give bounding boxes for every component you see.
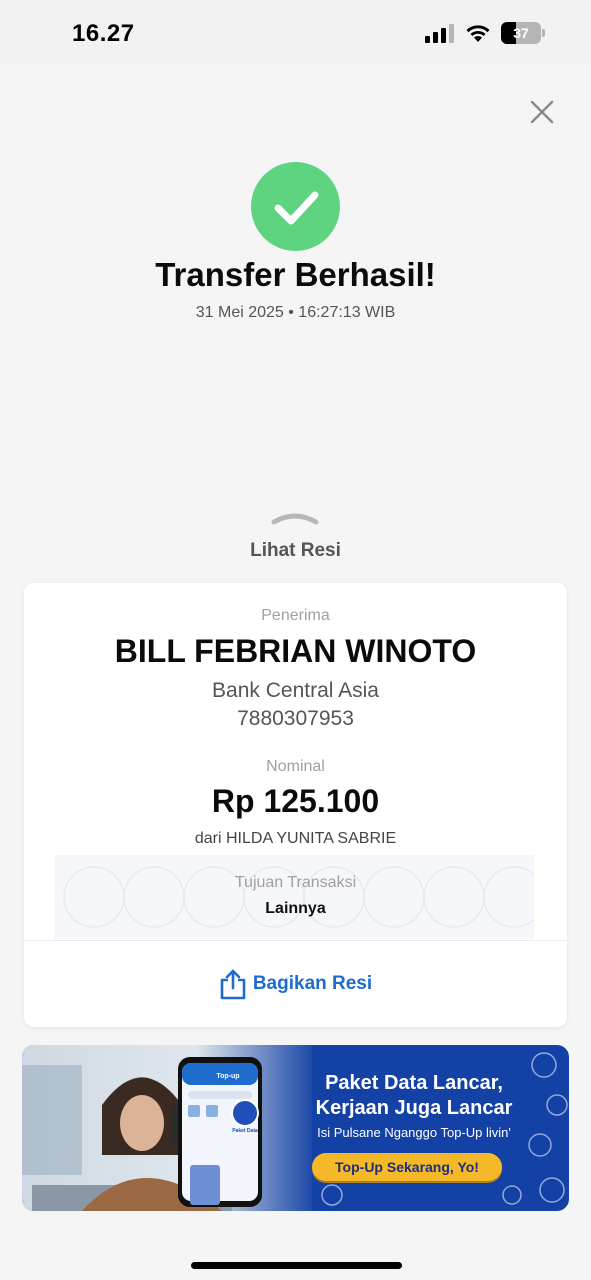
battery-icon: 37 (501, 22, 545, 44)
purpose-background-pattern (54, 855, 534, 939)
share-icon (220, 969, 246, 1000)
banner-headline-line-1: Paket Data Lancar, (325, 1072, 503, 1094)
banner-headline-line-2: Kerjaan Juga Lancar (315, 1097, 513, 1119)
recipient-bank: Bank Central Asia (212, 679, 379, 702)
home-indicator (191, 1262, 402, 1269)
view-receipt-toggle[interactable]: Lihat Resi (0, 540, 591, 562)
recipient-label: Penerima (261, 607, 330, 624)
phone-badge: Paket Data (232, 1128, 258, 1134)
status-icons: 37 (425, 22, 545, 44)
close-button[interactable] (526, 96, 558, 128)
banner-subline: Isi Pulsane Nganggo Top-Up livin' (317, 1125, 511, 1140)
banner-headline: Paket Data Lancar, Kerjaan Juga Lancar (284, 1071, 544, 1121)
banner-cta-button[interactable]: Top-Up Sekarang, Yo! (312, 1153, 502, 1181)
chevron-up-icon[interactable] (270, 510, 320, 526)
share-receipt-button[interactable]: Bagikan Resi (24, 941, 567, 1027)
check-circle-icon (251, 162, 340, 251)
purpose-label: Tujuan Transaksi (234, 874, 357, 891)
status-bar: 16.27 37 (0, 0, 591, 64)
sender-name: dari HILDA YUNITA SABRIE (194, 830, 397, 847)
share-receipt-label: Bagikan Resi (252, 973, 373, 994)
recipient-account-number: 7880307953 (237, 707, 354, 730)
wifi-icon (466, 25, 490, 42)
transaction-datetime: 31 Mei 2025 • 16:27:13 WIB (195, 304, 396, 321)
status-time: 16.27 (72, 20, 135, 47)
phone-header: Top-up (216, 1073, 240, 1080)
recipient-name: BILL FEBRIAN WINOTO (114, 633, 477, 669)
amount-label: Nominal (266, 758, 325, 775)
close-icon (530, 100, 554, 124)
page-title: Transfer Berhasil! (155, 256, 436, 293)
transfer-amount: Rp 125.100 (211, 783, 380, 819)
transaction-purpose: Lainnya (265, 900, 326, 917)
promo-banner[interactable]: Top-up Paket Data Paket Data Lancar, Ker… (22, 1045, 569, 1211)
receipt-card: Penerima BILL FEBRIAN WINOTO Bank Centra… (24, 583, 567, 1027)
signal-icon (425, 24, 454, 43)
banner-photo: Top-up Paket Data (22, 1045, 312, 1211)
battery-level: 37 (513, 25, 529, 41)
